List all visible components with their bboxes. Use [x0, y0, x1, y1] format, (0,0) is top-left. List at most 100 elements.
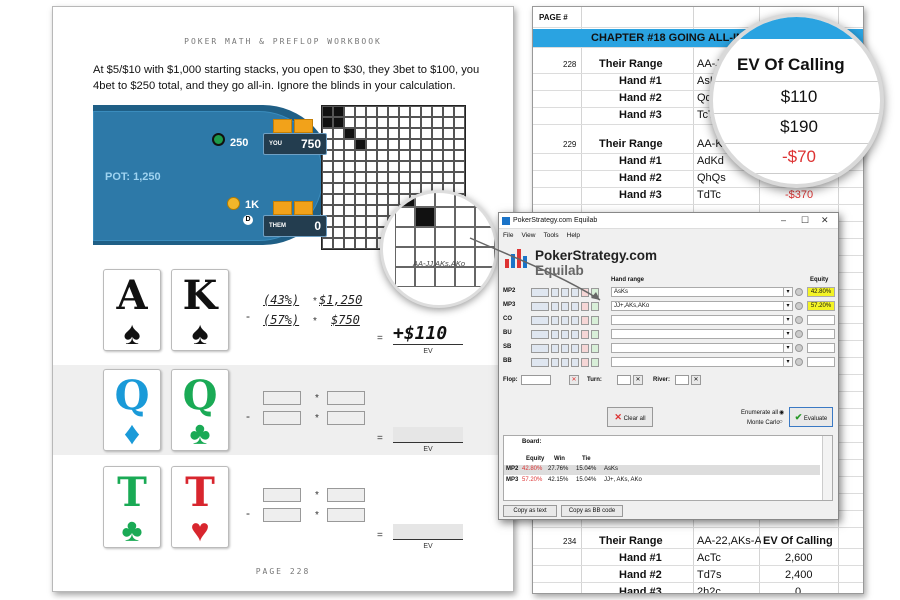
- range-matrix-icon[interactable]: [531, 344, 549, 353]
- clear-icon[interactable]: [581, 302, 589, 311]
- cell-hand-label[interactable]: Hand #3: [619, 109, 662, 121]
- cell-hand-label[interactable]: Hand #1: [619, 75, 662, 87]
- cell-hand-label[interactable]: Hand #2: [619, 569, 662, 581]
- cell-range-label[interactable]: Their Range: [599, 535, 663, 547]
- cell-page[interactable]: 229: [563, 140, 576, 149]
- status-dot-icon[interactable]: [795, 330, 803, 338]
- chevron-down-icon[interactable]: ▾: [783, 343, 793, 353]
- cell-range-label[interactable]: Their Range: [599, 58, 663, 70]
- play-icon[interactable]: [591, 358, 599, 367]
- range-matrix-icon[interactable]: [531, 302, 549, 311]
- cell-ev[interactable]: 2,400: [785, 569, 813, 581]
- cell-range[interactable]: AA-22,AKs-A2s,KQ: [697, 535, 761, 547]
- equity-input[interactable]: [263, 508, 301, 522]
- dice-icon[interactable]: [571, 302, 579, 311]
- enumerate-all-radio[interactable]: ◉: [779, 409, 784, 416]
- dice-icon[interactable]: [571, 344, 579, 353]
- value-input[interactable]: [327, 411, 365, 425]
- river-clear-icon[interactable]: ✕: [691, 375, 701, 385]
- menu-view[interactable]: View: [521, 232, 535, 239]
- card-icon[interactable]: [551, 330, 559, 339]
- clear-icon[interactable]: [581, 358, 589, 367]
- turn-input[interactable]: [617, 375, 631, 385]
- cell-hand-label[interactable]: Hand #3: [619, 189, 662, 201]
- hand-range-input[interactable]: [611, 329, 787, 339]
- cell-hand-label[interactable]: Hand #2: [619, 172, 662, 184]
- chevron-down-icon[interactable]: ▾: [783, 287, 793, 297]
- cell-ev[interactable]: 2,600: [785, 552, 813, 564]
- evaluate-button[interactable]: ✔ Evaluate: [789, 407, 833, 427]
- card-icon[interactable]: [551, 316, 559, 325]
- cell-hand-label[interactable]: Hand #1: [619, 552, 662, 564]
- cell-hand-label[interactable]: Hand #1: [619, 155, 662, 167]
- card-icon[interactable]: [551, 288, 559, 297]
- ev-answer-input[interactable]: [393, 427, 463, 443]
- equity-input[interactable]: [263, 411, 301, 425]
- chevron-down-icon[interactable]: ▾: [783, 301, 793, 311]
- copy-as-text-button[interactable]: Copy as text: [503, 505, 557, 517]
- menu-file[interactable]: File: [503, 232, 513, 239]
- hand-range-input[interactable]: [611, 343, 787, 353]
- cell-ev[interactable]: 0: [795, 586, 801, 593]
- value-input[interactable]: [327, 488, 365, 502]
- hand-range-input[interactable]: AsKs: [611, 287, 787, 297]
- clear-icon[interactable]: [581, 344, 589, 353]
- cell-range-label[interactable]: Their Range: [599, 138, 663, 150]
- clear-icon[interactable]: [581, 316, 589, 325]
- results-scrollbar[interactable]: [822, 436, 832, 500]
- random-icon[interactable]: [561, 316, 569, 325]
- equity-input[interactable]: [263, 488, 301, 502]
- cell-page[interactable]: 234: [563, 537, 576, 546]
- chevron-down-icon[interactable]: ▾: [783, 329, 793, 339]
- hand-range-input[interactable]: JJ+,AKs,AKo: [611, 301, 787, 311]
- menu-help[interactable]: Help: [567, 232, 580, 239]
- clear-all-button[interactable]: ✕ Clear all: [607, 407, 653, 427]
- status-dot-icon[interactable]: [795, 344, 803, 352]
- dice-icon[interactable]: [571, 288, 579, 297]
- cell-hand-label[interactable]: Hand #2: [619, 92, 662, 104]
- clear-icon[interactable]: [581, 288, 589, 297]
- random-icon[interactable]: [561, 358, 569, 367]
- window-titlebar[interactable]: PokerStrategy.com Equilab – ☐ ✕: [499, 213, 838, 229]
- equity-input[interactable]: [263, 391, 301, 405]
- monte-carlo-radio[interactable]: ○: [779, 419, 783, 425]
- range-matrix-icon[interactable]: [531, 358, 549, 367]
- status-dot-icon[interactable]: [795, 316, 803, 324]
- status-dot-icon[interactable]: [795, 302, 803, 310]
- play-icon[interactable]: [591, 302, 599, 311]
- range-matrix-icon[interactable]: [531, 316, 549, 325]
- dice-icon[interactable]: [571, 316, 579, 325]
- cell-ev[interactable]: -$370: [785, 189, 813, 201]
- turn-clear-icon[interactable]: ✕: [633, 375, 643, 385]
- copy-as-bb-code-button[interactable]: Copy as BB code: [561, 505, 623, 517]
- card-icon[interactable]: [551, 344, 559, 353]
- cell-hand[interactable]: TdTc: [697, 189, 721, 201]
- range-matrix-icon[interactable]: [531, 288, 549, 297]
- clear-icon[interactable]: [581, 330, 589, 339]
- play-icon[interactable]: [591, 344, 599, 353]
- chevron-down-icon[interactable]: ▾: [783, 357, 793, 367]
- close-icon[interactable]: ✕: [821, 215, 829, 226]
- value-input[interactable]: [327, 508, 365, 522]
- random-icon[interactable]: [561, 330, 569, 339]
- cell-hand[interactable]: Td7s: [697, 569, 721, 581]
- cell-page[interactable]: 228: [563, 60, 576, 69]
- river-input[interactable]: [675, 375, 689, 385]
- menu-tools[interactable]: Tools: [543, 232, 558, 239]
- range-matrix-icon[interactable]: [531, 330, 549, 339]
- hand-range-input[interactable]: [611, 315, 787, 325]
- random-icon[interactable]: [561, 302, 569, 311]
- hand-range-input[interactable]: [611, 357, 787, 367]
- random-icon[interactable]: [561, 344, 569, 353]
- dice-icon[interactable]: [571, 358, 579, 367]
- flop-input[interactable]: [521, 375, 551, 385]
- cell-hand[interactable]: AcTc: [697, 552, 721, 564]
- flop-clear-icon[interactable]: ✕: [569, 375, 579, 385]
- minimize-icon[interactable]: –: [781, 215, 786, 225]
- card-icon[interactable]: [551, 358, 559, 367]
- status-dot-icon[interactable]: [795, 288, 803, 296]
- play-icon[interactable]: [591, 316, 599, 325]
- cell-hand-label[interactable]: Hand #3: [619, 586, 662, 593]
- random-icon[interactable]: [561, 288, 569, 297]
- card-icon[interactable]: [551, 302, 559, 311]
